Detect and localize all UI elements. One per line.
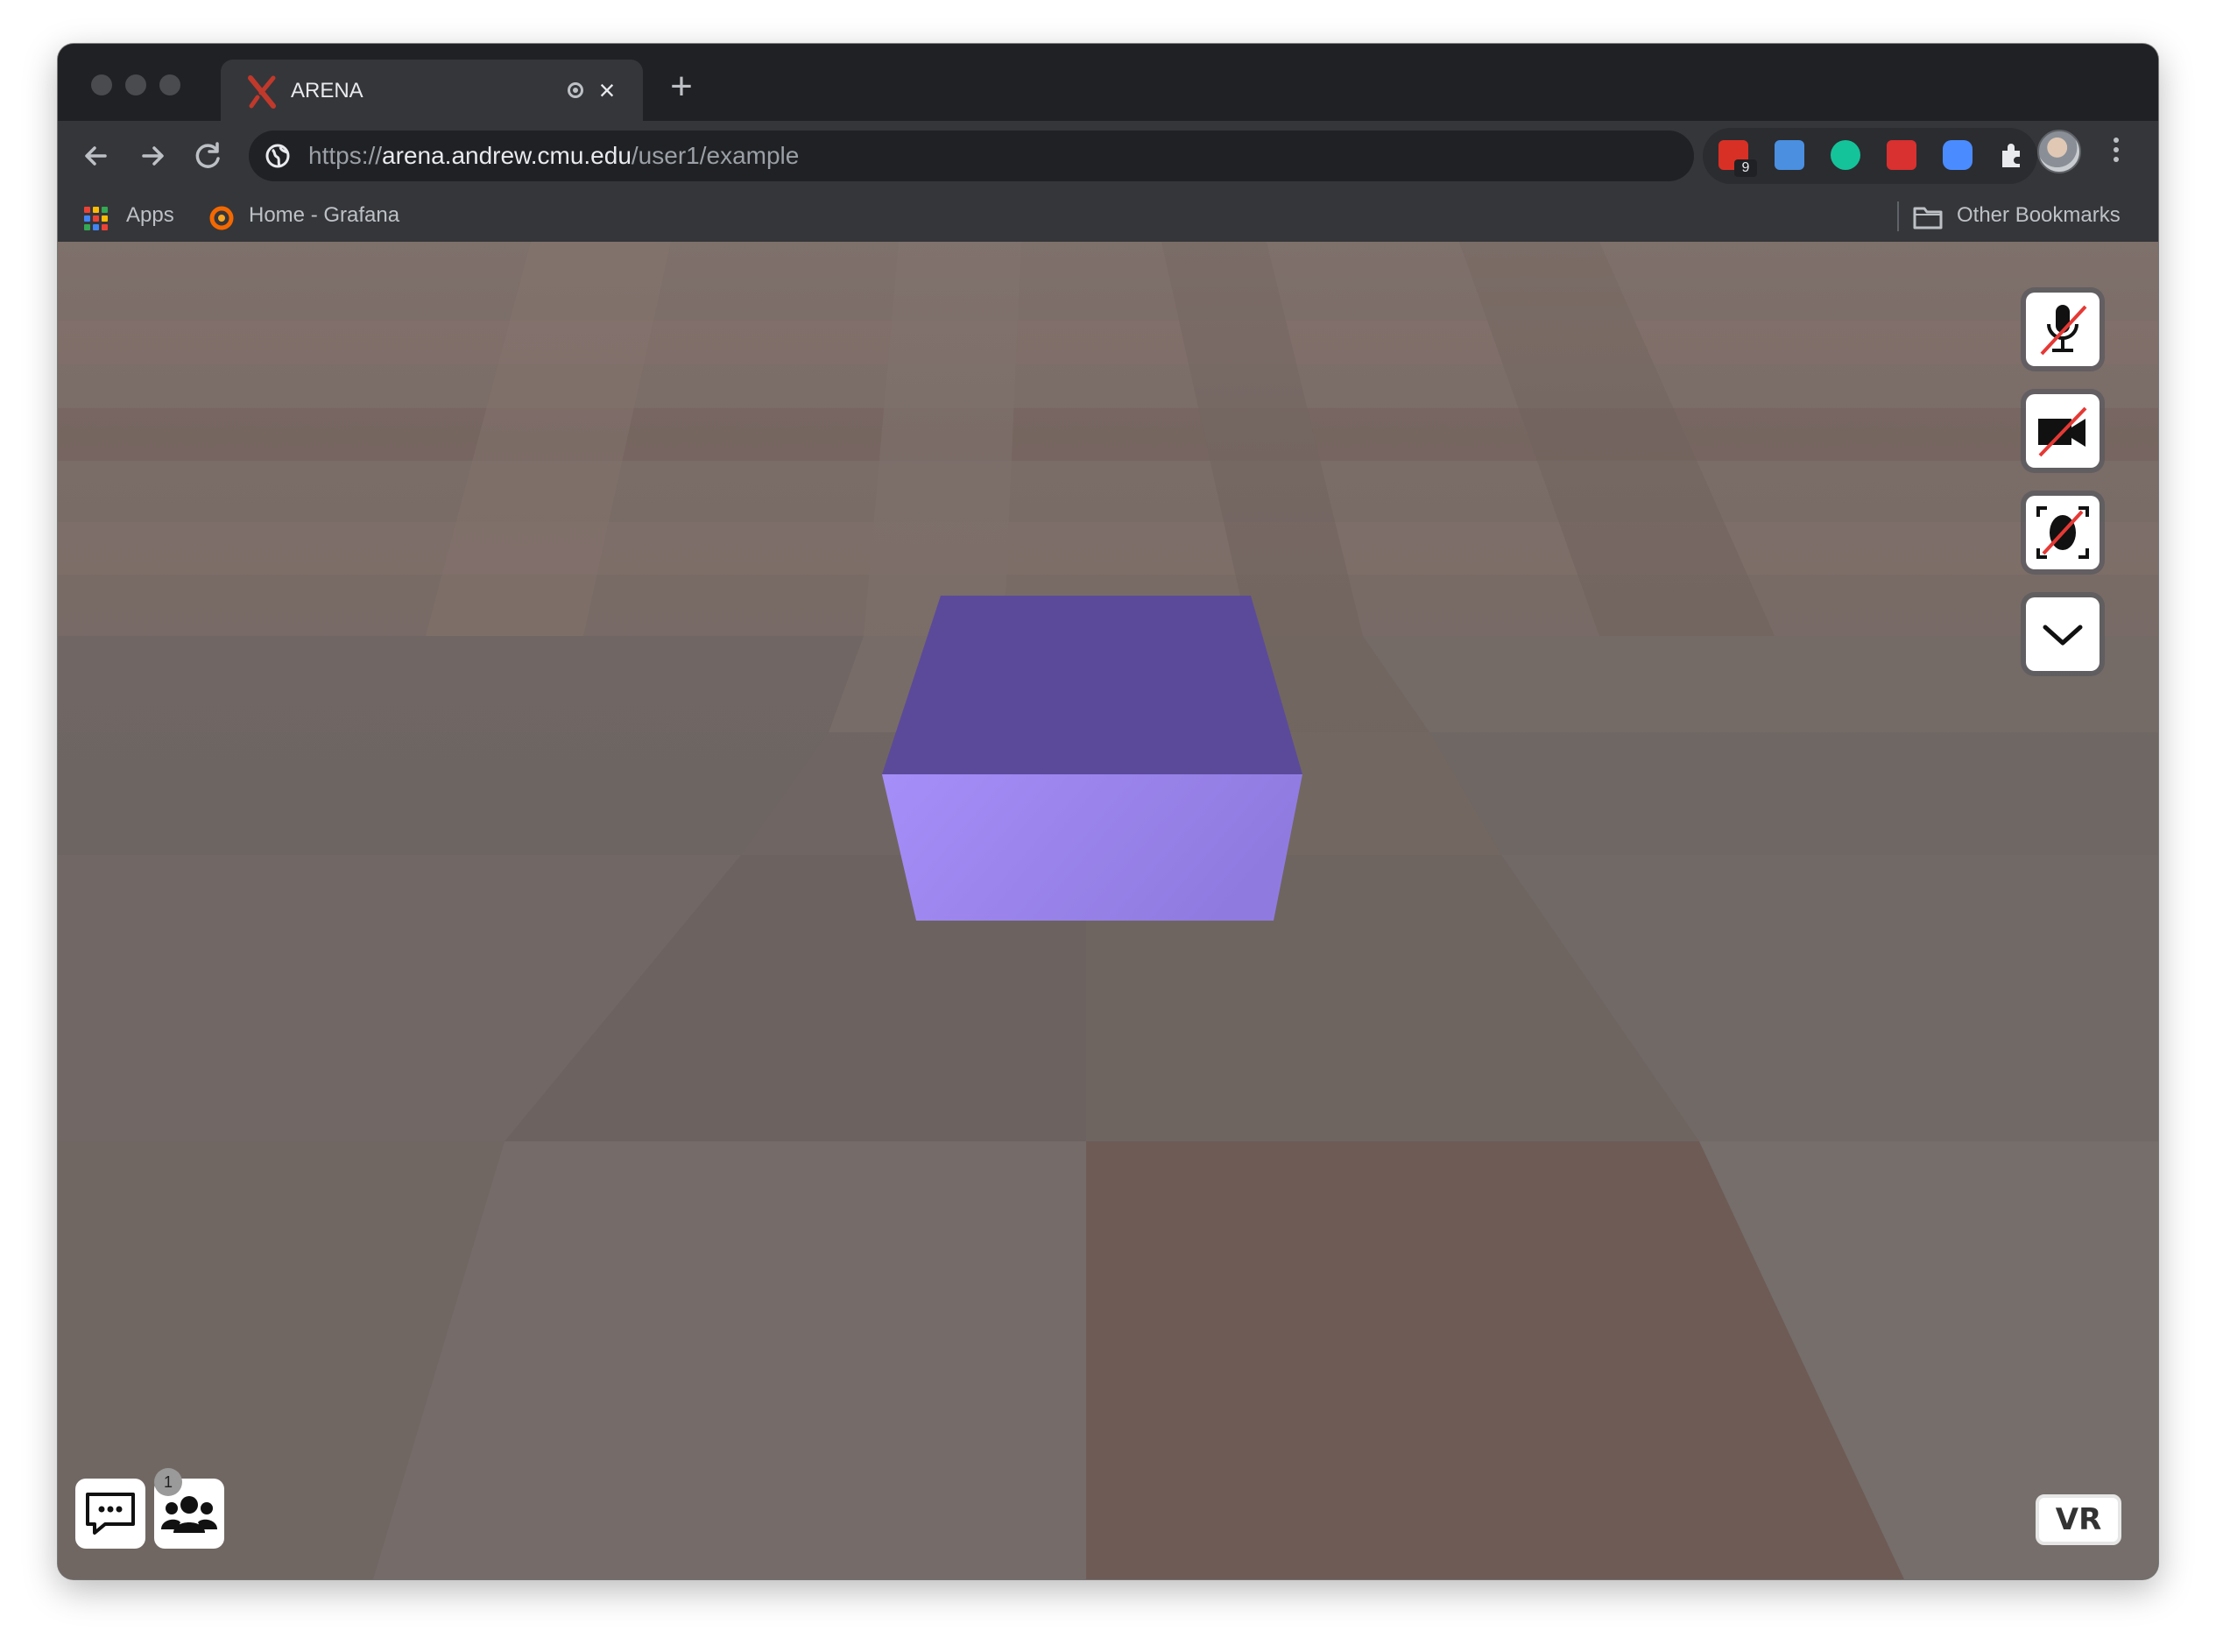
window-close-control[interactable] [91,74,112,95]
box-top-face [882,596,1302,774]
back-arrow-icon[interactable] [75,135,117,177]
url-path: /user1/example [631,142,800,169]
video-off-icon [2038,406,2087,457]
mendeley-extension-icon[interactable] [1887,140,1916,170]
bookmark-other-bookmarks[interactable]: Other Bookmarks [1957,203,2121,228]
bookmark-grafana[interactable]: Home - Grafana [249,203,399,228]
chat-button[interactable] [75,1479,145,1549]
calendar-extension-icon[interactable]: 9 [1718,140,1757,177]
grafana-icon [209,206,234,230]
box-front-face [882,774,1302,921]
microphone-off-icon [2040,305,2087,356]
url-text: https://arena.andrew.cmu.edu/user1/examp… [308,142,799,170]
window-zoom-control[interactable] [159,74,180,95]
bookmarks-separator [1897,201,1899,231]
vr-button[interactable]: VR [2036,1494,2121,1545]
extension-badge: 9 [1734,159,1757,177]
ground-plane [58,242,2158,1579]
window-extension-icon[interactable] [1775,140,1804,170]
face-tracking-off-button[interactable] [2026,496,2100,569]
tab-arena[interactable]: ARENA × [221,60,643,123]
toolbar: https://arena.andrew.cmu.edu/user1/examp… [58,121,2158,191]
reload-icon[interactable] [187,135,229,177]
browser-menu-icon[interactable] [2107,133,2125,168]
grammarly-extension-icon[interactable] [1831,140,1860,170]
mic-muted-button[interactable] [2026,293,2100,366]
arena-favicon-icon [248,75,276,109]
chat-bubble-icon [86,1493,135,1535]
profile-avatar[interactable] [2037,130,2081,173]
folder-icon [1913,207,1943,229]
window-minimize-control[interactable] [125,74,146,95]
extensions-area: 9 [1703,128,2037,184]
forward-arrow-icon[interactable] [131,135,173,177]
browser-window: ARENA × + https://arena.andrew.cmu.edu/u… [58,44,2158,1579]
chevron-down-icon [2043,625,2083,646]
puzzle-extensions-icon[interactable] [1997,140,2027,170]
arena-3d-viewport[interactable]: 1 VR [58,242,2158,1579]
url-scheme: https:// [308,142,383,169]
bookmark-apps[interactable]: Apps [126,203,174,228]
expand-menu-button[interactable] [2026,597,2100,671]
tab-close-icon[interactable]: × [592,75,622,105]
zoom-extension-icon[interactable] [1943,140,1973,170]
users-count-badge: 1 [154,1468,182,1496]
camera-off-button[interactable] [2026,394,2100,468]
tab-recording-indicator-icon [568,82,583,98]
bookmarks-bar: Apps Home - Grafana Other Bookmarks [58,191,2158,243]
address-bar[interactable]: https://arena.andrew.cmu.edu/user1/examp… [249,131,1694,181]
new-tab-button[interactable]: + [662,67,701,107]
tab-title: ARENA [291,79,363,102]
apps-grid-icon[interactable] [84,207,108,230]
site-info-globe-icon[interactable] [265,143,291,169]
tab-strip: ARENA × + [58,44,2158,123]
url-host: arena.andrew.cmu.edu [382,142,632,169]
face-off-icon [2036,506,2089,559]
